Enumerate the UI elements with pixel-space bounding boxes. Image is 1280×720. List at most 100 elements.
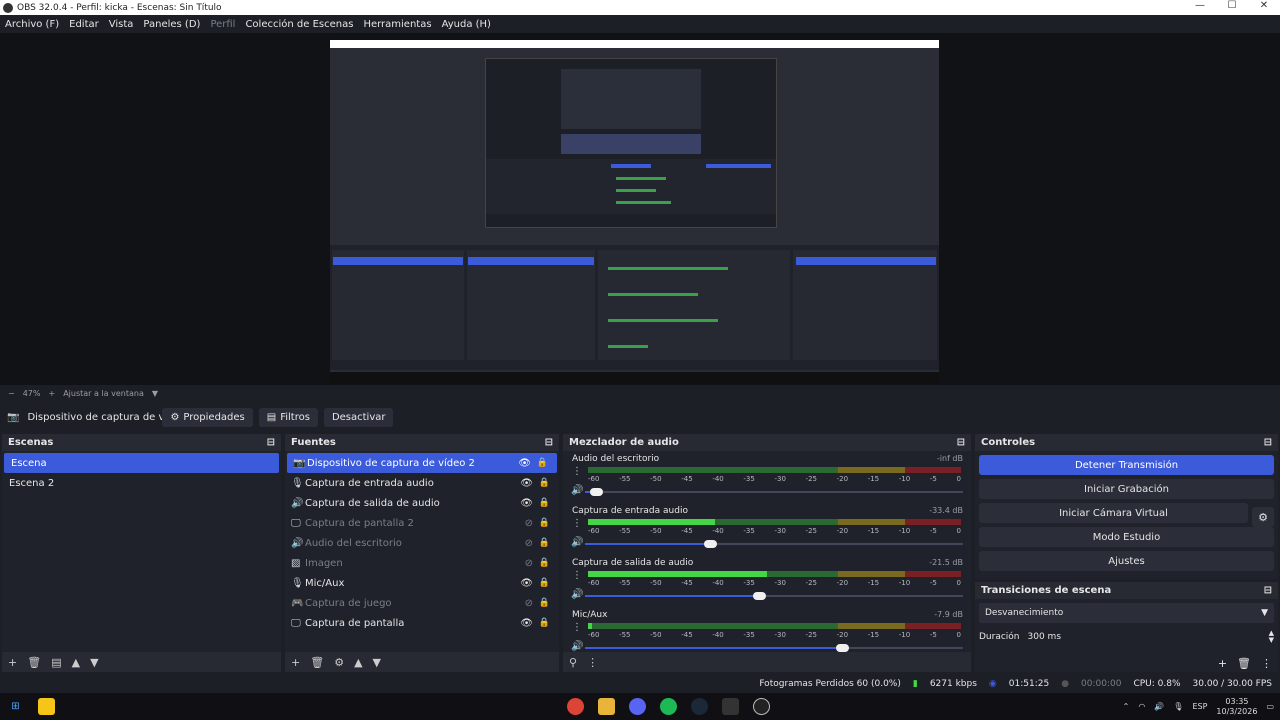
eye-icon[interactable]: 👁 xyxy=(518,458,531,469)
volume-icon[interactable]: 🔊 xyxy=(571,589,583,600)
clock[interactable]: 03:35 10/3/2026 xyxy=(1216,697,1257,717)
gear-icon[interactable]: ⚙ xyxy=(334,656,344,669)
arrow-down-icon[interactable]: ▼ xyxy=(373,656,381,669)
spotify-icon[interactable] xyxy=(660,698,677,715)
dock-menu-icon[interactable]: ⊟ xyxy=(267,437,275,448)
duration-input[interactable]: 300 ms xyxy=(1028,632,1269,642)
volume-knob[interactable] xyxy=(752,592,766,600)
eye-icon[interactable]: 👁 xyxy=(520,578,533,589)
eye-hidden-icon[interactable]: ⊘ xyxy=(525,518,533,529)
lock-icon[interactable]: 🔒 xyxy=(539,478,550,488)
arrow-up-icon[interactable]: ▲ xyxy=(72,656,80,669)
studio-mode-button[interactable]: Modo Estudio xyxy=(979,527,1274,547)
link-icon[interactable]: ⚲ xyxy=(569,656,577,669)
menu-perfil[interactable]: Perfil xyxy=(205,19,240,30)
source-item[interactable]: 🎙 Mic/Aux 👁 🔒 xyxy=(285,573,559,593)
fit-window-label[interactable]: Ajustar a la ventana xyxy=(63,389,144,398)
channel-menu-icon[interactable]: ⋮ xyxy=(572,518,582,529)
more-options-icon[interactable]: ⋮ xyxy=(1261,657,1272,670)
virtual-camera-settings-gear-icon[interactable]: ⚙ xyxy=(1252,507,1274,527)
volume-icon[interactable]: 🔊 xyxy=(571,641,583,652)
menu-editar[interactable]: Editar xyxy=(64,19,104,30)
add-icon[interactable]: + xyxy=(291,656,300,669)
chevron-down-icon[interactable]: ▼ xyxy=(152,389,158,398)
menu-archivo[interactable]: Archivo (F) xyxy=(0,19,64,30)
source-item[interactable]: 🎙 Captura de entrada audio 👁 🔒 xyxy=(285,473,559,493)
menu-coleccion-escenas[interactable]: Colección de Escenas xyxy=(240,19,358,30)
volume-icon[interactable]: 🔊 xyxy=(571,537,583,548)
eye-hidden-icon[interactable]: ⊘ xyxy=(525,538,533,549)
volume-knob[interactable] xyxy=(590,488,604,496)
menu-vista[interactable]: Vista xyxy=(104,19,139,30)
dock-menu-icon[interactable]: ⊟ xyxy=(957,437,965,448)
notifications-icon[interactable]: ▭ xyxy=(1266,702,1274,711)
dock-menu-icon[interactable]: ⊟ xyxy=(545,437,553,448)
menu-paneles[interactable]: Paneles (D) xyxy=(138,19,205,30)
lock-icon[interactable]: 🔒 xyxy=(539,558,550,568)
start-recording-button[interactable]: Iniciar Grabación xyxy=(979,479,1274,499)
more-options-icon[interactable]: ⋮ xyxy=(587,656,598,669)
steam-icon[interactable] xyxy=(691,698,708,715)
obs-icon[interactable] xyxy=(753,698,770,715)
lock-icon[interactable]: 🔒 xyxy=(539,518,550,528)
eye-hidden-icon[interactable]: ⊘ xyxy=(525,598,533,609)
zoom-out-button[interactable]: − xyxy=(8,389,15,398)
trash-icon[interactable]: 🗑 xyxy=(310,656,324,669)
source-item[interactable]: ▨ Imagen ⊘ 🔒 xyxy=(285,553,559,573)
zoom-in-button[interactable]: + xyxy=(48,389,55,398)
source-item[interactable]: 🎮 Captura de juego ⊘ 🔒 xyxy=(285,593,559,613)
channel-menu-icon[interactable]: ⋮ xyxy=(572,622,582,633)
lock-icon[interactable]: 🔒 xyxy=(539,498,550,508)
volume-slider[interactable] xyxy=(585,644,963,652)
eye-icon[interactable]: 👁 xyxy=(520,498,533,509)
app-icon[interactable] xyxy=(722,698,739,715)
arrow-down-icon[interactable]: ▼ xyxy=(90,656,98,669)
program-preview[interactable] xyxy=(330,40,939,384)
lock-icon[interactable]: 🔒 xyxy=(539,538,550,548)
settings-button[interactable]: Ajustes xyxy=(979,551,1274,571)
chrome-icon[interactable] xyxy=(567,698,584,715)
source-item[interactable]: 🔊 Captura de salida de audio 👁 🔒 xyxy=(285,493,559,513)
duration-stepper-icon[interactable]: ▲ ▼ xyxy=(1269,630,1274,644)
volume-slider[interactable] xyxy=(585,540,963,548)
arrow-up-icon[interactable]: ▲ xyxy=(354,656,362,669)
source-item[interactable]: 📷 Dispositivo de captura de vídeo 2 👁 🔒 xyxy=(287,453,557,473)
wifi-icon[interactable]: ◠ xyxy=(1138,702,1145,711)
menu-herramientas[interactable]: Herramientas xyxy=(358,19,436,30)
eye-icon[interactable]: 👁 xyxy=(520,618,533,629)
discord-icon[interactable] xyxy=(629,698,646,715)
lock-icon[interactable]: 🔒 xyxy=(537,458,548,468)
file-explorer-icon[interactable] xyxy=(38,698,55,715)
menu-ayuda[interactable]: Ayuda (H) xyxy=(437,19,496,30)
source-item[interactable]: 🖵 Captura de pantalla 2 ⊘ 🔒 xyxy=(285,513,559,533)
windows-start-icon[interactable]: ⊞ xyxy=(7,698,24,715)
deactivate-button[interactable]: Desactivar xyxy=(323,407,394,427)
volume-icon[interactable]: 🔊 xyxy=(1154,702,1164,711)
dock-menu-icon[interactable]: ⊟ xyxy=(1264,437,1272,448)
filter-icon[interactable]: ▤ xyxy=(51,656,61,669)
scene-item[interactable]: Escena xyxy=(4,453,279,473)
start-virtual-camera-button[interactable]: Iniciar Cámara Virtual xyxy=(979,503,1248,523)
maximize-button[interactable]: ☐ xyxy=(1216,0,1248,11)
properties-button[interactable]: ⚙ Propiedades xyxy=(162,407,253,427)
lock-icon[interactable]: 🔒 xyxy=(539,598,550,608)
trash-icon[interactable]: 🗑 xyxy=(27,656,41,669)
volume-knob[interactable] xyxy=(836,644,850,652)
source-item[interactable]: 🖵 Captura de pantalla 👁 🔒 xyxy=(285,613,559,633)
source-item[interactable]: 🔊 Audio del escritorio ⊘ 🔒 xyxy=(285,533,559,553)
add-icon[interactable]: + xyxy=(1218,657,1227,670)
volume-knob[interactable] xyxy=(703,540,717,548)
scene-item[interactable]: Escena 2 xyxy=(2,473,281,493)
trash-icon[interactable]: 🗑 xyxy=(1237,657,1251,670)
volume-slider[interactable] xyxy=(585,592,963,600)
lock-icon[interactable]: 🔒 xyxy=(539,618,550,628)
close-button[interactable]: ✕ xyxy=(1248,0,1280,11)
add-icon[interactable]: + xyxy=(8,656,17,669)
dock-menu-icon[interactable]: ⊟ xyxy=(1264,585,1272,596)
mic-icon[interactable]: 🎙 xyxy=(1173,702,1183,711)
transition-select[interactable]: Desvanecimiento ▼ xyxy=(979,603,1274,623)
minimize-button[interactable]: — xyxy=(1184,0,1216,11)
channel-menu-icon[interactable]: ⋮ xyxy=(572,570,582,581)
channel-menu-icon[interactable]: ⋮ xyxy=(572,466,582,477)
volume-icon[interactable]: 🔊 xyxy=(571,485,583,496)
